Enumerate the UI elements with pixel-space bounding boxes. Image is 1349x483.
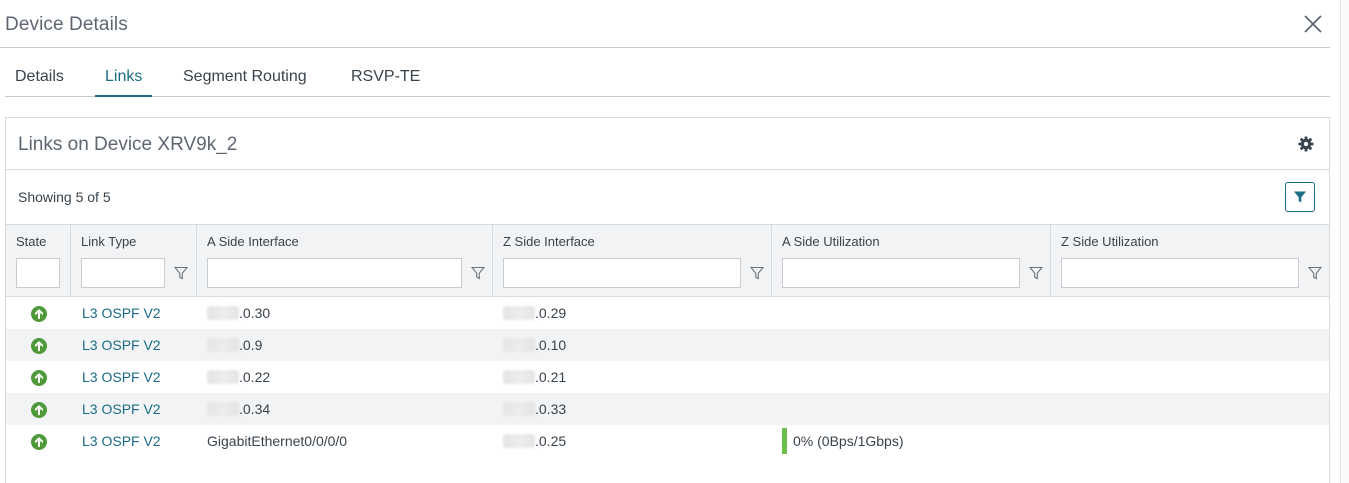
- z-side-interface-cell: .0.10: [503, 329, 566, 361]
- a-side-interface-value: .0.34: [239, 401, 271, 417]
- tab-details[interactable]: Details: [15, 68, 64, 97]
- redacted-text: [207, 338, 239, 352]
- table-row[interactable]: L3 OSPF V2 .0.30 .0.29: [6, 297, 1329, 329]
- redacted-text: [503, 434, 535, 448]
- column-link-type: Link Type: [71, 225, 197, 297]
- table-row[interactable]: L3 OSPF V2 .0.22 .0.21: [6, 361, 1329, 393]
- z-side-interface-cell: .0.25: [503, 425, 566, 457]
- redacted-text: [207, 402, 239, 416]
- link-type-link[interactable]: L3 OSPF V2: [82, 361, 161, 393]
- link-type-link[interactable]: L3 OSPF V2: [82, 393, 161, 425]
- column-header-label: State: [16, 234, 47, 249]
- z-side-utilization-filter-input[interactable]: [1061, 258, 1299, 288]
- links-card: Links on Device XRV9k_2 Showing 5 of 5 S…: [5, 117, 1330, 483]
- a-side-interface-value: .0.9: [239, 337, 263, 353]
- filter-icon[interactable]: [1308, 266, 1322, 280]
- links-table: State Link Type A Side Interface Z Side …: [6, 224, 1329, 457]
- z-side-interface-value: .0.21: [535, 369, 567, 385]
- a-side-interface-cell: GigabitEthernet0/0/0/0: [207, 425, 347, 457]
- tab-segment-routing[interactable]: Segment Routing: [183, 68, 307, 97]
- column-z-side-utilization: Z Side Utilization: [1051, 225, 1329, 297]
- table-row[interactable]: L3 OSPF V2 .0.34 .0.33: [6, 393, 1329, 425]
- z-side-interface-filter-input[interactable]: [503, 258, 741, 288]
- arrow-up-circle-icon: [31, 306, 47, 322]
- filter-icon[interactable]: [174, 266, 188, 280]
- link-type-link[interactable]: L3 OSPF V2: [82, 425, 161, 457]
- z-side-interface-cell: .0.29: [503, 297, 566, 329]
- dialog-header: Device Details: [0, 0, 1330, 48]
- table-body: L3 OSPF V2.0.30.0.29 L3 OSPF V2.0.9.0.10 L…: [6, 297, 1329, 457]
- table-header: State Link Type A Side Interface Z Side …: [6, 224, 1329, 297]
- state-filter-input[interactable]: [16, 258, 60, 288]
- z-side-interface-cell: .0.21: [503, 361, 566, 393]
- redacted-text: [503, 306, 535, 320]
- column-z-side-interface: Z Side Interface: [493, 225, 772, 297]
- arrow-up-circle-icon: [31, 370, 47, 386]
- a-side-interface-value: .0.30: [239, 305, 271, 321]
- tab-rsvp-te[interactable]: RSVP-TE: [351, 68, 420, 97]
- redacted-text: [503, 370, 535, 384]
- redacted-text: [503, 402, 535, 416]
- showing-count: Showing 5 of 5: [18, 189, 111, 205]
- close-icon[interactable]: [1302, 13, 1324, 35]
- column-state: State: [6, 225, 71, 297]
- tab-bar: Details Links Segment Routing RSVP-TE: [5, 49, 1330, 97]
- a-side-interface-cell: .0.30: [207, 297, 270, 329]
- link-type-filter-input[interactable]: [81, 258, 165, 288]
- z-side-interface-value: .0.10: [535, 337, 567, 353]
- filter-icon[interactable]: [471, 266, 485, 280]
- tab-links[interactable]: Links: [95, 68, 153, 97]
- a-side-utilization-value: 0% (0Bps/1Gbps): [793, 433, 904, 449]
- z-side-interface-value: .0.33: [535, 401, 567, 417]
- a-side-interface-value: .0.22: [239, 369, 271, 385]
- a-side-interface-filter-input[interactable]: [207, 258, 462, 288]
- arrow-up-circle-icon: [31, 434, 47, 450]
- a-side-interface-cell: .0.9: [207, 329, 262, 361]
- utilization-bar: [782, 427, 787, 454]
- column-header-label: A Side Interface: [207, 234, 299, 249]
- filter-toggle-button[interactable]: [1285, 182, 1315, 212]
- z-side-interface-cell: .0.33: [503, 393, 566, 425]
- a-side-interface-cell: .0.34: [207, 393, 270, 425]
- column-header-label: Link Type: [81, 234, 137, 249]
- dialog-title: Device Details: [5, 14, 128, 35]
- link-type-link[interactable]: L3 OSPF V2: [82, 297, 161, 329]
- link-type-link[interactable]: L3 OSPF V2: [82, 329, 161, 361]
- arrow-up-circle-icon: [31, 338, 47, 354]
- z-side-interface-value: .0.25: [535, 433, 567, 449]
- column-a-side-interface: A Side Interface: [197, 225, 493, 297]
- redacted-text: [503, 338, 535, 352]
- table-row[interactable]: L3 OSPF V2 .0.9 .0.10: [6, 329, 1329, 361]
- column-header-label: A Side Utilization: [782, 234, 880, 249]
- filter-icon: [1294, 191, 1306, 203]
- redacted-text: [207, 370, 239, 384]
- a-side-interface-value: GigabitEthernet0/0/0/0: [207, 433, 348, 449]
- card-title: Links on Device XRV9k_2: [18, 134, 238, 155]
- z-side-interface-value: .0.29: [535, 305, 567, 321]
- filter-icon[interactable]: [750, 266, 764, 280]
- column-header-label: Z Side Utilization: [1061, 234, 1159, 249]
- a-side-interface-cell: .0.22: [207, 361, 270, 393]
- a-side-utilization-filter-input[interactable]: [782, 258, 1020, 288]
- table-row[interactable]: L3 OSPF V2 GigabitEthernet0/0/0/0 .0.25 0% …: [6, 425, 1329, 457]
- a-side-utilization-cell: 0% (0Bps/1Gbps): [782, 425, 904, 457]
- column-a-side-utilization: A Side Utilization: [772, 225, 1051, 297]
- column-header-label: Z Side Interface: [503, 234, 595, 249]
- gear-icon[interactable]: [1298, 136, 1314, 152]
- filter-icon[interactable]: [1029, 266, 1043, 280]
- card-header: Links on Device XRV9k_2: [6, 118, 1329, 170]
- scrollbar[interactable]: [1340, 0, 1349, 483]
- redacted-text: [207, 306, 239, 320]
- arrow-up-circle-icon: [31, 402, 47, 418]
